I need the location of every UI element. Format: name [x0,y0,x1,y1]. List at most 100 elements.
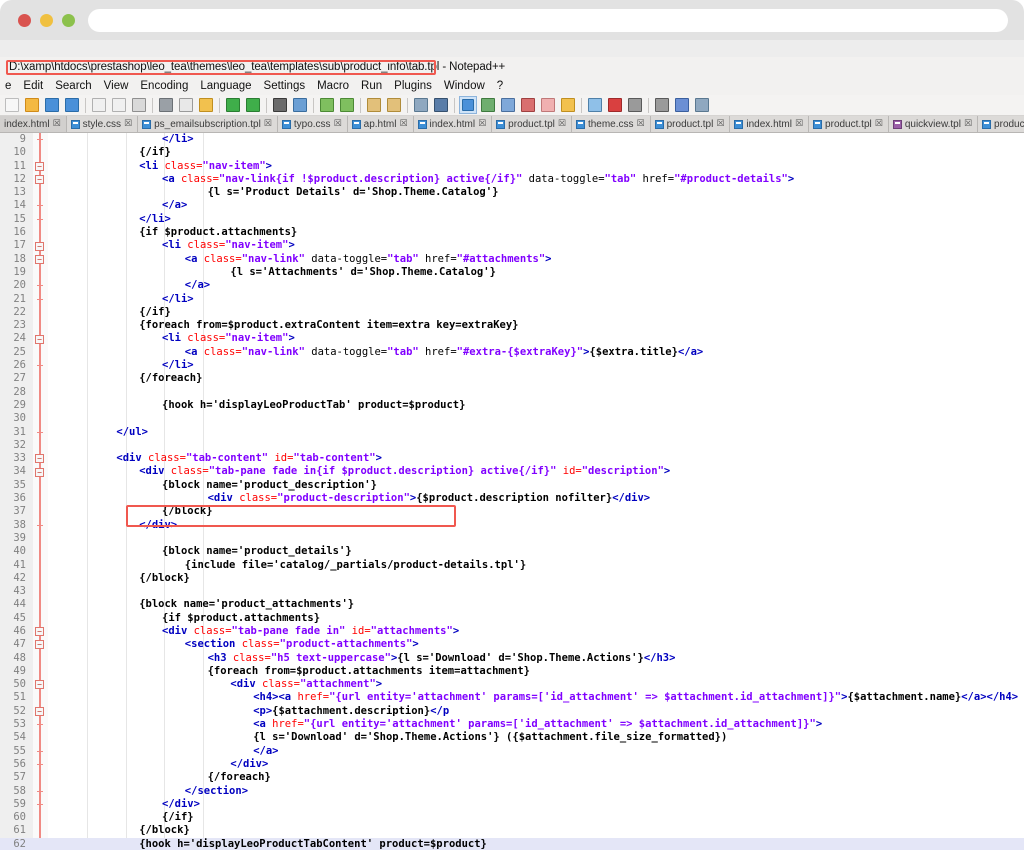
new-file-icon[interactable] [3,96,21,114]
document-tab[interactable]: product.tpl ☒ [650,116,731,132]
document-tab[interactable]: style.css ☒ [66,116,139,132]
menu-item-plugins[interactable]: Plugins [388,77,438,95]
code-line[interactable]: 21 </li> [0,293,1024,306]
close-tab-icon[interactable]: ☒ [875,116,883,132]
menu-item-window[interactable]: Window [438,77,491,95]
code-line[interactable]: 32 [0,439,1024,452]
save-icon[interactable] [43,96,61,114]
indent-guide-icon[interactable] [459,96,477,114]
code-line[interactable]: 37 {/block} [0,505,1024,518]
code-line[interactable]: 50− <div class="attachment"> [0,678,1024,691]
code-line[interactable]: 40 {block name='product_details'} [0,545,1024,558]
sync-vertical-icon[interactable] [365,96,383,114]
code-line[interactable]: 20 </a> [0,279,1024,292]
stop-macro-icon[interactable] [626,96,644,114]
menu-item-[interactable]: ? [491,77,509,95]
fold-toggle-icon[interactable]: − [35,175,44,185]
code-line[interactable]: 47− <section class="product-attachments"> [0,638,1024,651]
ui-elements-icon[interactable] [479,96,497,114]
close-tab-icon[interactable]: ☒ [264,116,272,132]
code-line[interactable]: 11− <li class="nav-item"> [0,160,1024,173]
monitoring-icon[interactable] [586,96,604,114]
function-list-icon[interactable] [539,96,557,114]
code-line[interactable]: 38 </div> [0,519,1024,532]
code-line[interactable]: 56 </div> [0,758,1024,771]
menu-item-encoding[interactable]: Encoding [134,77,194,95]
code-line[interactable]: 55 </a> [0,745,1024,758]
menu-item-view[interactable]: View [98,77,135,95]
menu-item-e[interactable]: e [3,77,17,95]
fold-toggle-icon[interactable]: − [35,241,44,251]
code-line[interactable]: 9 </li> [0,133,1024,146]
code-line[interactable]: 43 [0,585,1024,598]
code-line[interactable]: 23 {foreach from=$product.extraContent it… [0,319,1024,332]
fold-toggle-icon[interactable]: − [35,627,44,637]
code-editor[interactable]: 9 </li> 10 {/if} 11− <li class="nav-item"> 12−… [0,133,1024,850]
menu-item-edit[interactable]: Edit [17,77,49,95]
code-line[interactable]: 14 </a> [0,199,1024,212]
fold-toggle-icon[interactable]: − [35,454,44,464]
replace-icon[interactable] [291,96,309,114]
address-bar[interactable] [88,9,1008,32]
document-tab[interactable]: typo.css ☒ [277,116,348,132]
zoom-out-icon[interactable] [338,96,356,114]
code-line[interactable]: 22 {/if} [0,306,1024,319]
code-line[interactable]: 29 {hook h='displayLeoProductTab' product… [0,399,1024,412]
code-lines[interactable]: 9 </li> 10 {/if} 11− <li class="nav-item"> 12−… [0,133,1024,850]
code-line[interactable]: 34− <div class="tab-pane fade in{if $prod… [0,465,1024,478]
code-line[interactable]: 12− <a class="nav-link{if !$product.descr… [0,173,1024,186]
code-line[interactable]: 42 {/block} [0,572,1024,585]
redo-icon[interactable] [244,96,262,114]
close-tab-icon[interactable]: ☒ [334,116,342,132]
document-tab[interactable]: ap.html ☒ [347,116,414,132]
code-line[interactable]: 45 {if $product.attachments} [0,612,1024,625]
close-tab-icon[interactable]: ☒ [558,116,566,132]
close-tab-icon[interactable]: ☒ [53,116,61,132]
code-line[interactable]: 18− <a class="nav-link" data-toggle="tab"… [0,253,1024,266]
document-tabbar[interactable]: index.html ☒ style.css ☒ ps_emailsubscriptio… [0,116,1024,133]
user-language-icon[interactable] [499,96,517,114]
code-line[interactable]: 10 {/if} [0,146,1024,159]
zoom-in-icon[interactable] [318,96,336,114]
document-tab[interactable]: product.tpl ☒ [809,116,889,132]
close-tab-icon[interactable]: ☒ [964,116,972,132]
code-line[interactable]: 16 {if $product.attachments} [0,226,1024,239]
code-line[interactable]: 36 <div class="product-description">{$pro… [0,492,1024,505]
document-tab[interactable]: quickview.tpl ☒ [888,116,979,132]
code-line[interactable]: 17− <li class="nav-item"> [0,239,1024,252]
window-controls[interactable] [18,14,75,27]
menu-item-language[interactable]: Language [194,77,257,95]
document-tab[interactable]: product.tpl ☒ [492,116,572,132]
code-line[interactable]: 54 {l s='Download' d='Shop.Theme.Actions'… [0,731,1024,744]
minimize-window-dot[interactable] [40,14,53,27]
document-tab[interactable]: ps_emailsubscription.tpl ☒ [138,116,278,132]
close-tab-icon[interactable]: ☒ [716,116,724,132]
menu-item-run[interactable]: Run [355,77,388,95]
run-macro-multiple-icon[interactable] [673,96,691,114]
code-line[interactable]: 59 </div> [0,798,1024,811]
document-tab[interactable]: product-add-to-cart.tpl☒ [978,116,1024,132]
maximize-window-dot[interactable] [62,14,75,27]
fold-toggle-icon[interactable]: − [35,706,44,716]
code-line[interactable]: 48 <h3 class="h5 text-uppercase">{l s='Do… [0,652,1024,665]
code-line[interactable]: 58 </section> [0,785,1024,798]
fold-toggle-icon[interactable]: − [35,467,44,477]
close-tab-icon[interactable]: ☒ [637,116,645,132]
code-line[interactable]: 33− <div class="tab-content" id="tab-cont… [0,452,1024,465]
code-line[interactable]: 46− <div class="tab-pane fade in" id="att… [0,625,1024,638]
code-line[interactable]: 44 {block name='product_attachments'} [0,598,1024,611]
menu-item-settings[interactable]: Settings [258,77,312,95]
sync-horizontal-icon[interactable] [385,96,403,114]
word-wrap-icon[interactable] [412,96,430,114]
code-line[interactable]: 41 {include file='catalog/_partials/produ… [0,559,1024,572]
close-tab-icon[interactable]: ☒ [124,116,132,132]
doc-map-icon[interactable] [519,96,537,114]
record-macro-icon[interactable] [606,96,624,114]
close-tab-icon[interactable]: ☒ [399,116,407,132]
code-line[interactable]: 52− <p>{$attachment.description}</p [0,705,1024,718]
paste-icon[interactable] [197,96,215,114]
code-line[interactable]: 31 </ul> [0,426,1024,439]
undo-icon[interactable] [224,96,242,114]
code-line[interactable]: 35 {block name='product_description'} [0,479,1024,492]
close-tab-icon[interactable]: ☒ [795,116,803,132]
